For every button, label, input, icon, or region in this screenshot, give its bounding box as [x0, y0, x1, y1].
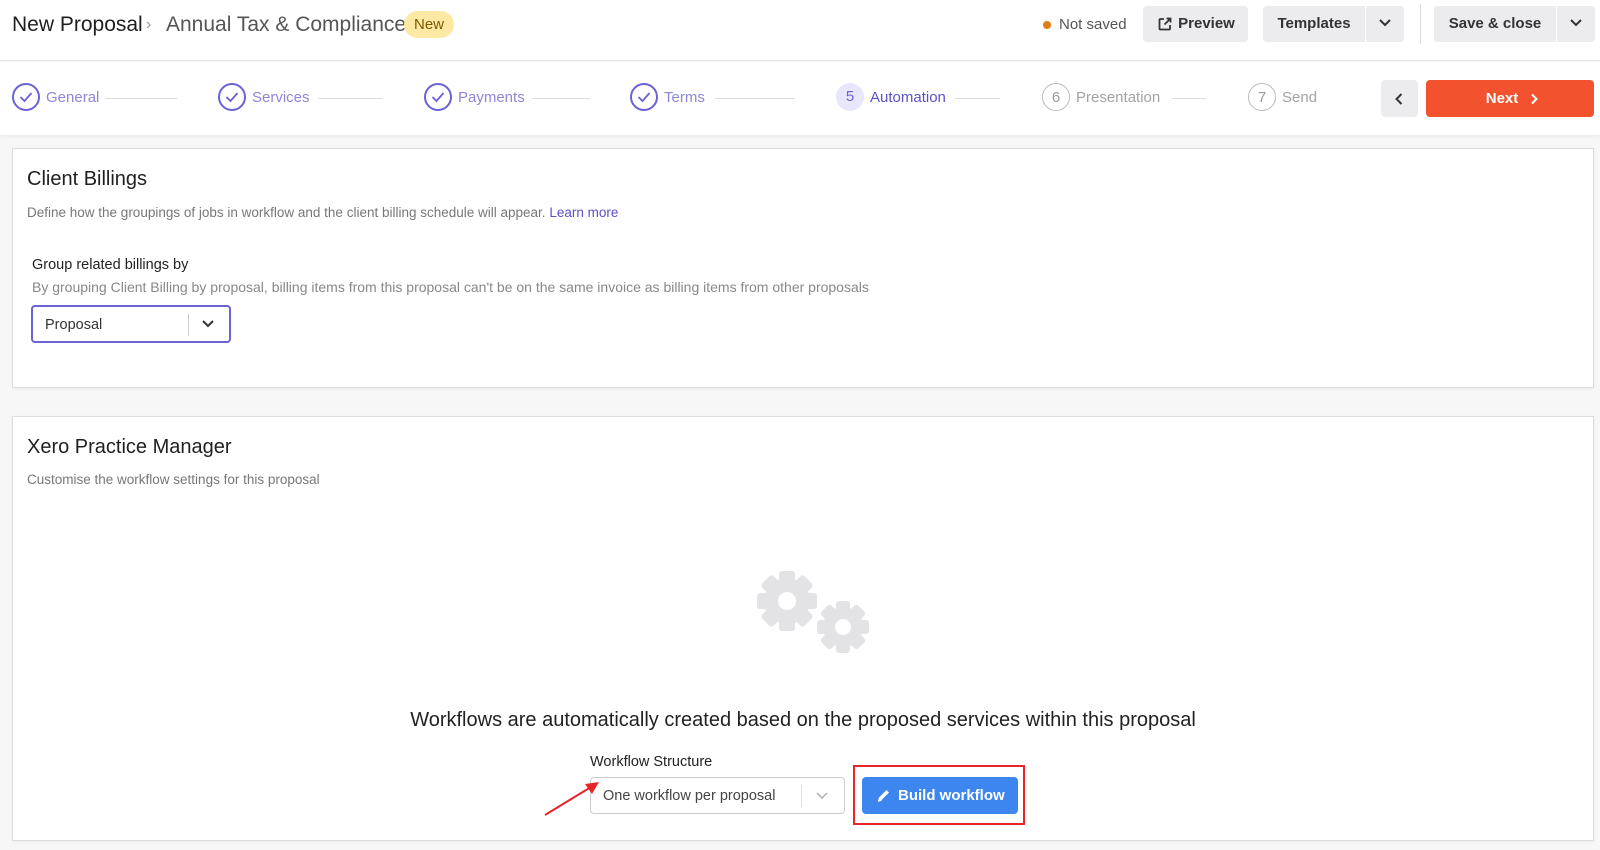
templates-dropdown-button[interactable]: [1366, 6, 1404, 42]
proposal-name: Annual Tax & Compliance: [166, 13, 407, 36]
step-connector: [532, 98, 590, 99]
workflow-structure-label: Workflow Structure: [590, 754, 713, 770]
preview-button[interactable]: Preview: [1143, 6, 1248, 42]
group-billings-value: Proposal: [45, 317, 103, 333]
client-billings-card: Client Billings Define how the groupings…: [12, 148, 1594, 388]
chevron-down-icon: [1570, 19, 1582, 27]
status-badge: New: [404, 11, 455, 38]
step-connector: [955, 98, 1000, 99]
step-connector: [1172, 98, 1206, 99]
group-billings-select[interactable]: Proposal: [31, 305, 231, 343]
learn-more-link[interactable]: Learn more: [549, 205, 618, 220]
page-title: New Proposal: [12, 13, 143, 36]
xpm-card: Xero Practice Manager Customise the work…: [12, 416, 1594, 841]
save-close-label: Save & close: [1448, 15, 1542, 32]
xpm-title: Xero Practice Manager: [27, 436, 232, 458]
annotation-arrow-icon: [544, 782, 599, 816]
workflow-structure-select[interactable]: One workflow per proposal: [590, 777, 845, 814]
check-icon: [12, 83, 40, 111]
status-dot: [1043, 21, 1051, 29]
check-icon: [218, 83, 246, 111]
check-icon: [630, 83, 658, 111]
pencil-icon: [877, 790, 889, 802]
group-billings-help: By grouping Client Billing by proposal, …: [32, 279, 869, 295]
save-close-button[interactable]: Save & close: [1434, 6, 1556, 42]
workflow-structure-value: One workflow per proposal: [603, 788, 776, 804]
save-dropdown-button[interactable]: [1557, 6, 1595, 42]
chevron-right-icon: [1531, 93, 1538, 105]
step-label: Payments: [458, 89, 525, 106]
client-billings-title: Client Billings: [27, 168, 148, 190]
breadcrumb-separator: ›: [146, 16, 152, 33]
step-number: 7: [1248, 83, 1276, 111]
step-number: 5: [836, 83, 864, 111]
top-bar: New Proposal › Annual Tax & Compliance N…: [0, 0, 1600, 61]
step-label: Automation: [870, 89, 946, 106]
templates-label: Templates: [1277, 15, 1351, 32]
step-label: General: [46, 89, 100, 106]
select-divider: [801, 785, 802, 807]
xpm-description: Customise the workflow settings for this…: [27, 472, 320, 487]
empty-state-text: Workflows are automatically created base…: [410, 709, 1196, 731]
build-workflow-button[interactable]: Build workflow: [862, 777, 1018, 814]
back-button[interactable]: [1381, 80, 1418, 117]
header-divider: [1420, 4, 1421, 44]
step-connector: [105, 98, 177, 99]
group-billings-label: Group related billings by: [32, 257, 189, 273]
gears-icon: [757, 571, 869, 653]
templates-button[interactable]: Templates: [1263, 6, 1365, 42]
chevron-left-icon: [1395, 93, 1403, 105]
step-label: Presentation: [1076, 89, 1161, 106]
external-link-icon: [1158, 17, 1172, 31]
next-label: Next: [1485, 90, 1519, 107]
save-status: Not saved: [1043, 15, 1127, 35]
stepper: General Services Payments Terms 5 Automa…: [0, 62, 1600, 135]
chevron-down-icon: [816, 792, 828, 800]
step-label: Services: [252, 89, 310, 106]
select-divider: [188, 314, 189, 336]
step-connector: [715, 98, 795, 99]
preview-label: Preview: [1178, 15, 1235, 32]
step-connector: [318, 98, 383, 99]
next-button[interactable]: Next: [1426, 80, 1594, 117]
step-label: Terms: [664, 89, 705, 106]
chevron-down-icon: [202, 320, 214, 328]
description-text: Define how the groupings of jobs in work…: [27, 205, 546, 220]
chevron-down-icon: [1379, 19, 1391, 27]
step-number: 6: [1042, 83, 1070, 111]
check-icon: [424, 83, 452, 111]
client-billings-description: Define how the groupings of jobs in work…: [27, 204, 618, 222]
save-status-label: Not saved: [1059, 16, 1127, 33]
step-label: Send: [1282, 89, 1318, 106]
build-workflow-label: Build workflow: [898, 787, 1005, 804]
